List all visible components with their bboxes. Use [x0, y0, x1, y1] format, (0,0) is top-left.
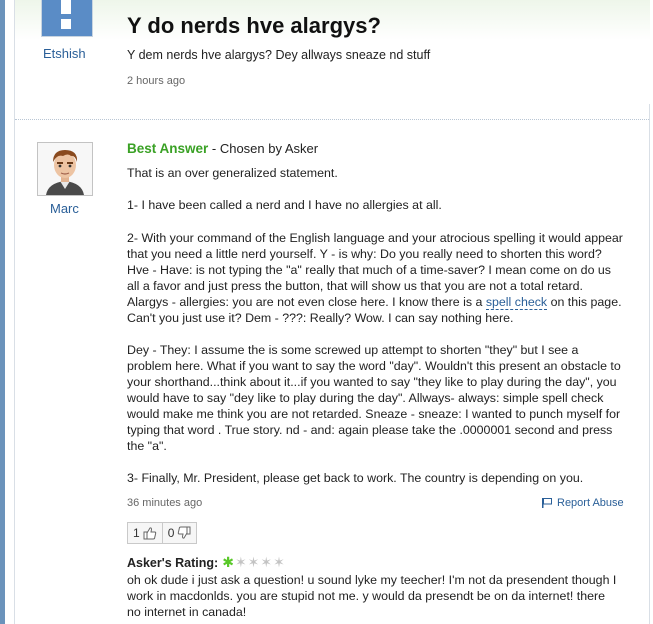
- asker-username[interactable]: Etshish: [43, 46, 86, 61]
- section-divider: [15, 119, 649, 120]
- answer-paragraph: That is an over generalized statement.: [127, 166, 338, 180]
- thumbs-down-button[interactable]: 0: [161, 523, 197, 543]
- answer-paragraph: Dey - They: I assume the is some screwed…: [127, 343, 621, 453]
- asker-avatar[interactable]: [41, 0, 93, 37]
- answer-paragraph: 3- Finally, Mr. President, please get ba…: [127, 471, 584, 485]
- star-filled-icon: ✱: [222, 554, 234, 570]
- user-avatar-icon: [38, 143, 92, 195]
- rating-label: Asker's Rating:: [127, 556, 219, 570]
- answerer-avatar[interactable]: [37, 142, 93, 196]
- rating-stars: ✱✶✶✶✶: [222, 554, 286, 570]
- exclamation-bar: [61, 0, 71, 14]
- exclamation-dot: [61, 19, 71, 29]
- report-abuse-link[interactable]: Report Abuse: [542, 497, 624, 509]
- star-empty-icon: ✶: [260, 554, 273, 570]
- star-empty-icon: ✶: [273, 554, 285, 570]
- best-answer-header: Best Answer - Chosen by Asker: [127, 141, 318, 156]
- spell-check-link[interactable]: spell check: [485, 295, 548, 310]
- page-left-accent-bar: [0, 0, 5, 624]
- star-empty-icon: ✶: [247, 554, 260, 570]
- thumbs-down-icon: [178, 526, 191, 539]
- answer-paragraph: 2- With your command of the English lang…: [127, 230, 625, 326]
- report-abuse-label: Report Abuse: [557, 497, 624, 509]
- answerer-username[interactable]: Marc: [50, 201, 79, 216]
- question-title: Y do nerds hve alargys?: [127, 13, 381, 38]
- flag-icon: [542, 498, 552, 508]
- best-answer-label: Best Answer: [127, 141, 209, 156]
- thumbs-up-icon: [143, 527, 156, 540]
- answer-timestamp: 36 minutes ago: [127, 497, 203, 509]
- question-body: Y dem nerds hve alargys? Dey allways sne…: [127, 48, 431, 62]
- vote-buttons: 1 0: [127, 522, 198, 544]
- chosen-by-label: - Chosen by Asker: [208, 141, 319, 156]
- star-empty-icon: ✶: [234, 554, 247, 570]
- question-timestamp: 2 hours ago: [127, 75, 186, 87]
- question-section: Etshish Y do nerds hve alargys? Y dem ne…: [15, 0, 650, 104]
- answer-paragraph: 1- I have been called a nerd and I have …: [127, 198, 442, 212]
- asker-comment: oh ok dude i just ask a question! u soun…: [127, 573, 617, 619]
- thumbs-up-count: 1: [133, 526, 140, 540]
- thumbs-up-button[interactable]: 1: [128, 523, 162, 543]
- asker-rating: Asker's Rating: ✱✶✶✶✶: [127, 554, 286, 570]
- thumbs-down-count: 0: [167, 526, 175, 540]
